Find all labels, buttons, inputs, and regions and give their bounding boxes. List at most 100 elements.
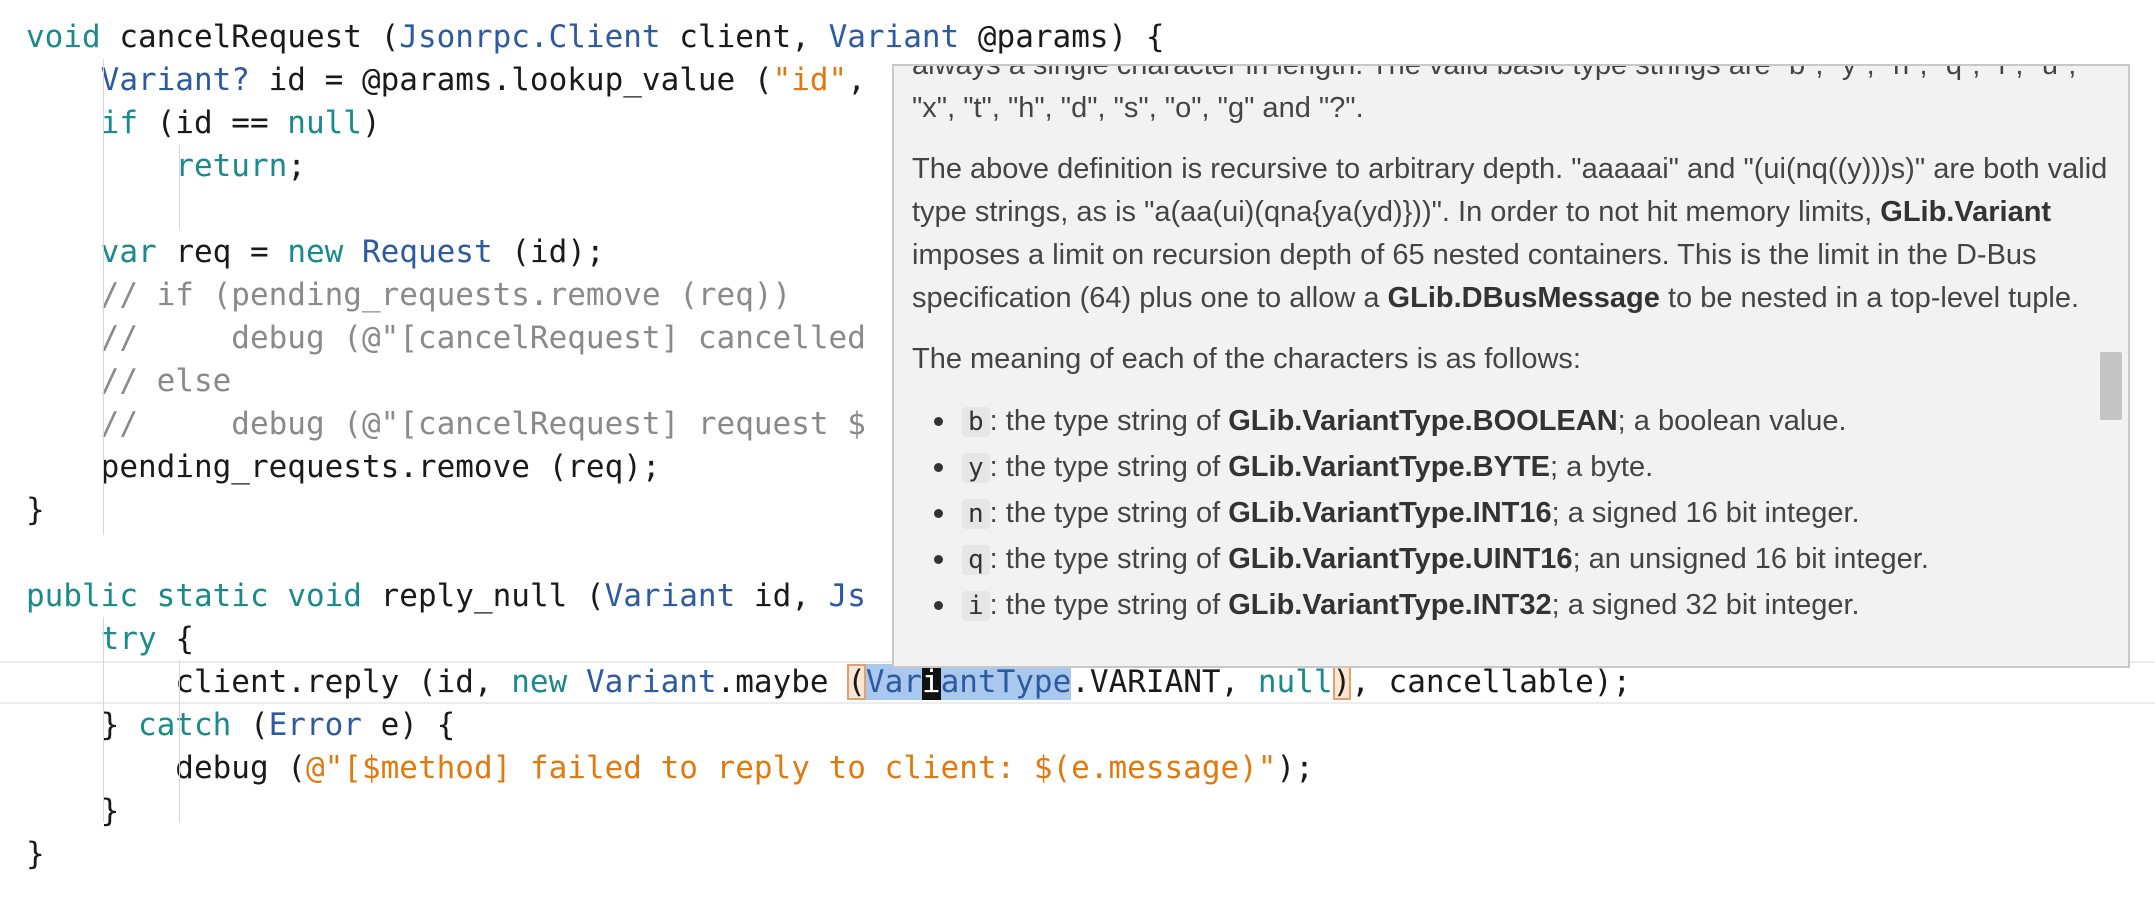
type-description: : the type string of [989, 543, 1229, 575]
code-line[interactable]: void cancelRequest (Jsonrpc.Client clien… [0, 16, 2155, 59]
code-token: ); [1276, 750, 1314, 786]
bullet-icon [934, 601, 943, 610]
doc-paragraph-types: always a single character in length. The… [912, 64, 2077, 124]
code-token: (id == [137, 105, 288, 141]
documentation-content: always a single character in length. The… [912, 64, 2112, 629]
type-description-tail: ; a signed 32 bit integer. [1551, 589, 1860, 621]
code-token: "id" [772, 62, 848, 98]
type-link[interactable]: GLib.VariantType.BYTE [1228, 451, 1550, 483]
documentation-popup[interactable]: always a single character in length. The… [892, 64, 2130, 668]
code-token: if [100, 105, 138, 141]
doc-paragraph-meaning: The meaning of each of the characters is… [912, 343, 1581, 375]
code-line[interactable]: debug (@"[$method] failed to reply to cl… [0, 747, 2155, 790]
code-token: client, [660, 19, 829, 55]
type-code: i [962, 591, 990, 621]
type-link[interactable]: GLib.VariantType.BOOLEAN [1228, 405, 1617, 437]
code-token: } [26, 492, 45, 528]
code-token: cancelRequest ( [100, 19, 400, 55]
bullet-icon [934, 555, 943, 564]
code-token: } [26, 836, 45, 872]
code-token: new [287, 234, 344, 270]
type-code: y [962, 453, 990, 483]
code-token: client.reply (id, [26, 664, 512, 700]
code-token: Variant [585, 664, 717, 700]
code-token: pending_requests.remove (req); [26, 449, 661, 485]
bullet-icon [934, 463, 943, 472]
code-token: Var [865, 664, 922, 700]
type-character-list: b: the type string of GLib.VariantType.B… [912, 399, 2112, 629]
type-character-item: q: the type string of GLib.VariantType.U… [912, 537, 2112, 583]
code-line[interactable]: } [0, 790, 2155, 833]
code-token: antType [940, 664, 1072, 700]
code-token: , cancellable); [1351, 664, 1632, 700]
code-token: Variant [828, 19, 960, 55]
type-description: : the type string of [989, 589, 1229, 621]
popup-scrollbar-thumb[interactable] [2100, 352, 2122, 420]
link-glib-variant[interactable]: GLib.Variant [1880, 196, 2051, 228]
code-token: new [511, 664, 568, 700]
code-token: { [156, 621, 194, 657]
type-description-tail: ; a signed 16 bit integer. [1551, 497, 1860, 529]
type-description-tail: ; a boolean value. [1617, 405, 1847, 437]
code-token: ) [1332, 664, 1352, 700]
type-description-tail: ; a byte. [1549, 451, 1654, 483]
code-token: public [26, 578, 138, 614]
type-link[interactable]: GLib.VariantType.INT16 [1228, 497, 1551, 529]
code-token: ) [361, 105, 381, 141]
link-glib-dbusmessage[interactable]: GLib.DBusMessage [1388, 282, 1660, 314]
code-token: debug ( [26, 750, 306, 786]
code-line[interactable]: } [0, 833, 2155, 876]
code-token: null [287, 105, 362, 141]
code-token: void [26, 19, 101, 55]
code-token: Variant? [100, 62, 250, 98]
type-code: n [962, 499, 990, 529]
code-token: var [100, 234, 157, 270]
code-token: Variant [604, 578, 736, 614]
type-code: b [962, 407, 990, 437]
code-token: // if (pending_requests.remove (req)) [100, 277, 792, 313]
bullet-icon [934, 417, 943, 426]
type-character-item: i: the type string of GLib.VariantType.I… [912, 583, 2112, 629]
code-token: .VARIANT, [1071, 664, 1258, 700]
code-token: } [26, 707, 138, 743]
code-token: Request [361, 234, 493, 270]
code-token: ( [231, 707, 269, 743]
type-character-item: b: the type string of GLib.VariantType.B… [912, 399, 2112, 445]
type-link[interactable]: GLib.VariantType.UINT16 [1228, 543, 1572, 575]
indent-guide [103, 59, 104, 535]
code-token: try [100, 621, 157, 657]
text-cursor: i [921, 664, 941, 700]
code-token: null [1257, 664, 1333, 700]
type-description: : the type string of [989, 451, 1229, 483]
code-token: (id); [492, 234, 605, 270]
code-token: id = @params.lookup_value ( [249, 62, 773, 98]
indent-guide [179, 660, 180, 822]
code-token: id, [735, 578, 829, 614]
code-token: Jsonrpc.Client [399, 19, 661, 55]
code-token: catch [137, 707, 232, 743]
code-token: ; [287, 148, 306, 184]
type-description-tail: ; an unsigned 16 bit integer. [1572, 543, 1929, 575]
type-character-item: n: the type string of GLib.VariantType.I… [912, 491, 2112, 537]
code-token: @params) { [959, 19, 1165, 55]
indent-guide [179, 145, 180, 229]
code-token: .maybe [716, 664, 848, 700]
code-line[interactable]: } catch (Error e) { [0, 704, 2155, 747]
type-link[interactable]: GLib.VariantType.INT32 [1228, 589, 1551, 621]
code-token: , [847, 62, 866, 98]
type-description: : the type string of [989, 405, 1229, 437]
code-token: reply_null ( [361, 578, 605, 614]
code-token: req = [156, 234, 288, 270]
